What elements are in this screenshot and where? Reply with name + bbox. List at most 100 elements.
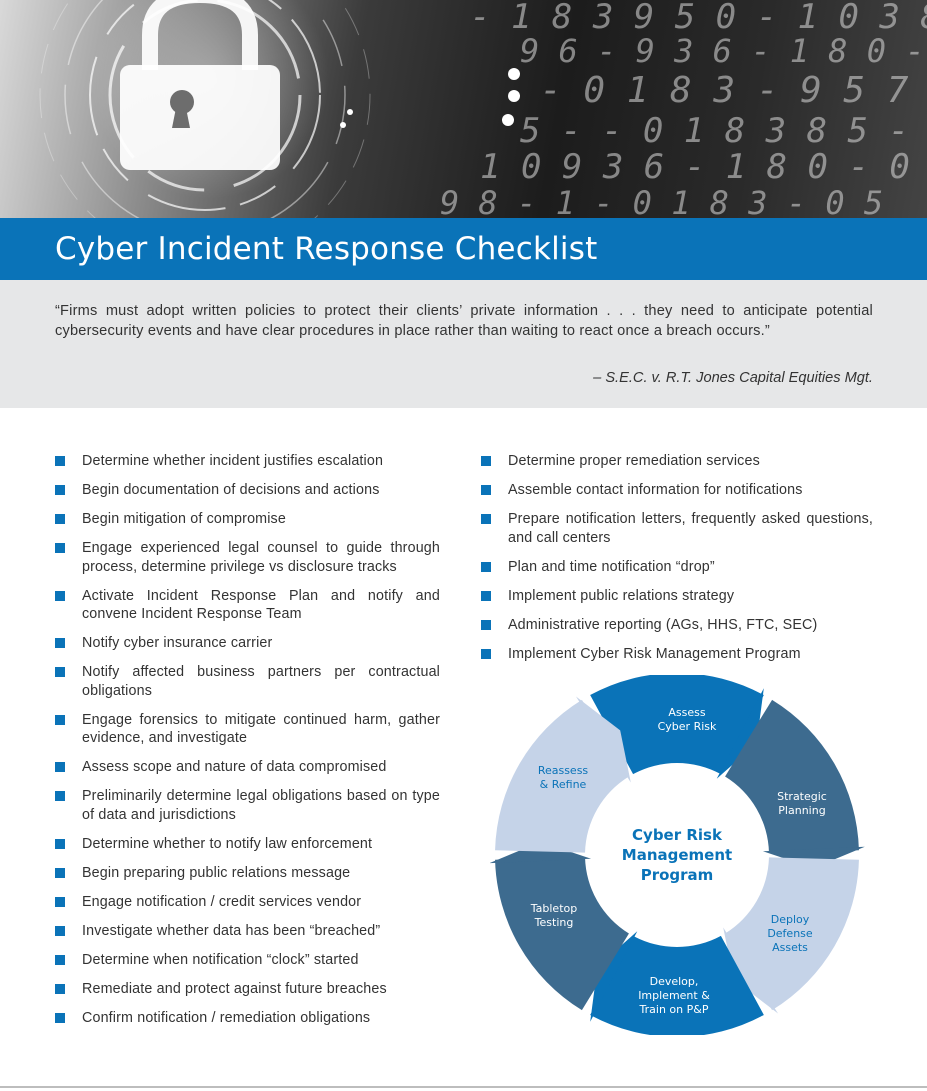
checklist-item-text: Activate Incident Response Plan and noti… [82,587,440,623]
square-bullet-icon [55,762,65,772]
checklist-item-text: Investigate whether data has been “breac… [82,922,381,939]
checklist-item-text: Remediate and protect against future bre… [82,980,387,997]
light-dots [340,68,520,128]
checklist-item: Preliminarily determine legal obligation… [55,787,440,824]
cycle-segment-label: Deploy [771,913,810,926]
checklist-item-text: Assess scope and nature of data compromi… [82,759,387,775]
checklist-item: Determine when notification “clock” star… [55,951,440,970]
digit-row: 5 - - 0 1 8 3 8 5 - - - 0 [520,111,927,151]
checklist-item-text: Assemble contact information for notific… [508,482,803,498]
checklist-item-text: Determine when notification “clock” star… [82,951,359,968]
square-bullet-icon [55,638,65,648]
square-bullet-icon [481,648,491,659]
square-bullet-icon [481,485,491,495]
page-title: Cyber Incident Response Checklist [55,231,598,267]
checklist-item: Remediate and protect against future bre… [55,980,440,999]
square-bullet-icon [55,514,65,524]
cycle-segment-label: Develop, [650,975,699,988]
checklist-item: Investigate whether data has been “breac… [55,922,440,941]
cycle-segment-label: Testing [534,916,574,929]
square-bullet-icon [55,714,65,725]
cycle-center-label: Program [641,866,714,884]
checklist-item-text: Notify affected business partners per co… [82,664,440,699]
cycle-segment-label: Train on P&P [639,1003,709,1016]
cycle-segment-label: Strategic [777,790,827,803]
checklist-item-text: Engage forensics to mitigate continued h… [82,711,440,747]
square-bullet-icon [55,456,65,466]
cycle-segment-label: Defense [767,927,813,940]
checklist-item: Assess scope and nature of data compromi… [55,758,440,777]
cycle-center-label: Management [622,846,732,864]
checklist-item-text: Prepare notification letters, frequently… [508,511,873,546]
square-bullet-icon [55,896,65,907]
quote-attribution: – S.E.C. v. R.T. Jones Capital Equities … [593,370,873,386]
square-bullet-icon [55,1012,65,1023]
checklist-item: Notify affected business partners per co… [55,663,440,700]
checklist-item-text: Plan and time notification “drop” [508,558,715,575]
square-bullet-icon [481,619,491,630]
square-bullet-icon [55,983,65,994]
quote-text: “Firms must adopt written policies to pr… [55,303,873,339]
checklist-item: Administrative reporting (AGs, HHS, FTC,… [481,616,873,635]
checklist-item-text: Begin preparing public relations message [82,864,351,881]
checklist-item: Plan and time notification “drop” [481,558,873,577]
checklist-item: Engage forensics to mitigate continued h… [55,711,440,748]
square-bullet-icon [55,867,65,878]
square-bullet-icon [55,838,65,849]
checklist-item: Implement public relations strategy [481,587,873,606]
checklist-item: Assemble contact information for notific… [481,481,873,500]
square-bullet-icon [481,514,491,524]
checklist-left: Determine whether incident justifies esc… [55,452,440,1038]
digit-row: 1 0 9 3 6 - 1 8 0 - 0 1 2 [480,147,927,187]
square-bullet-icon [55,925,65,936]
square-bullet-icon [481,590,491,601]
checklist-item-text: Implement Cyber Risk Management Program [508,645,801,662]
cycle-segment-label: & Refine [540,778,587,791]
checklist-item-text: Engage notification / credit services ve… [82,893,362,910]
cycle-segment-label: Cyber Risk [658,720,717,733]
digit-row: 9 8 - 1 - 0 1 8 3 - 0 5 [440,184,883,218]
checklist-item-text: Administrative reporting (AGs, HHS, FTC,… [508,616,818,633]
cycle-segment-label: Assess [668,706,705,719]
hero-graphic: - 1 8 3 9 5 0 - 1 0 3 8 9 - - 8 9 1 69 6… [39,0,927,218]
footer-divider [0,1086,927,1088]
square-bullet-icon [55,667,65,677]
checklist-item: Begin preparing public relations message [55,864,440,883]
checklist-item: Begin documentation of decisions and act… [55,481,440,500]
checklist-item: Engage notification / credit services ve… [55,893,440,912]
checklist-item: Begin mitigation of compromise [55,510,440,529]
checklist-right: Determine proper remediation services Ass… [481,452,873,674]
checklist-item-text: Determine proper remediation services [508,453,760,469]
checklist-item-text: Notify cyber insurance carrier [82,635,273,651]
quote-box: “Firms must adopt written policies to pr… [0,280,927,408]
square-bullet-icon [55,791,65,801]
checklist-item-text: Determine whether incident justifies esc… [82,453,384,469]
checklist-item-text: Determine whether to notify law enforcem… [82,835,373,852]
hero-image: - 1 8 3 9 5 0 - 1 0 3 8 9 - - 8 9 1 69 6… [0,0,927,218]
cycle-segment-label: Assets [772,941,808,954]
cycle-segment-label: Tabletop [530,902,577,915]
square-bullet-icon [55,590,65,601]
cycle-segment-label: Planning [778,804,825,817]
checklist-item-text: Confirm notification / remediation oblig… [82,1009,371,1026]
risk-management-cycle-diagram: AssessCyber RiskStrategicPlanningDeployD… [490,675,865,1035]
checklist-item-text: Preliminarily determine legal obligation… [82,788,440,823]
checklist-item: Notify cyber insurance carrier [55,634,440,653]
checklist-item: Determine whether incident justifies esc… [55,452,440,471]
square-bullet-icon [481,561,491,572]
square-bullet-icon [55,543,65,553]
checklist-item-text: Begin mitigation of compromise [82,511,286,527]
digit-row: - 0 1 8 3 - 9 5 7 8 9 [540,70,927,111]
square-bullet-icon [55,954,65,965]
digit-row: 9 6 - 9 3 6 - 1 8 0 - 0 1 2 3 [520,32,927,70]
checklist-item: Implement Cyber Risk Management Program [481,645,873,664]
square-bullet-icon [481,456,491,466]
checklist-item: Determine proper remediation services [481,452,873,471]
checklist-item: Activate Incident Response Plan and noti… [55,587,440,624]
title-bar: Cyber Incident Response Checklist [0,218,927,280]
checklist-item: Prepare notification letters, frequently… [481,510,873,547]
checklist-item: Determine whether to notify law enforcem… [55,835,440,854]
cycle-segment-label: Implement & [638,989,710,1002]
padlock-icon [120,0,280,170]
checklist-item-text: Begin documentation of decisions and act… [82,482,380,498]
